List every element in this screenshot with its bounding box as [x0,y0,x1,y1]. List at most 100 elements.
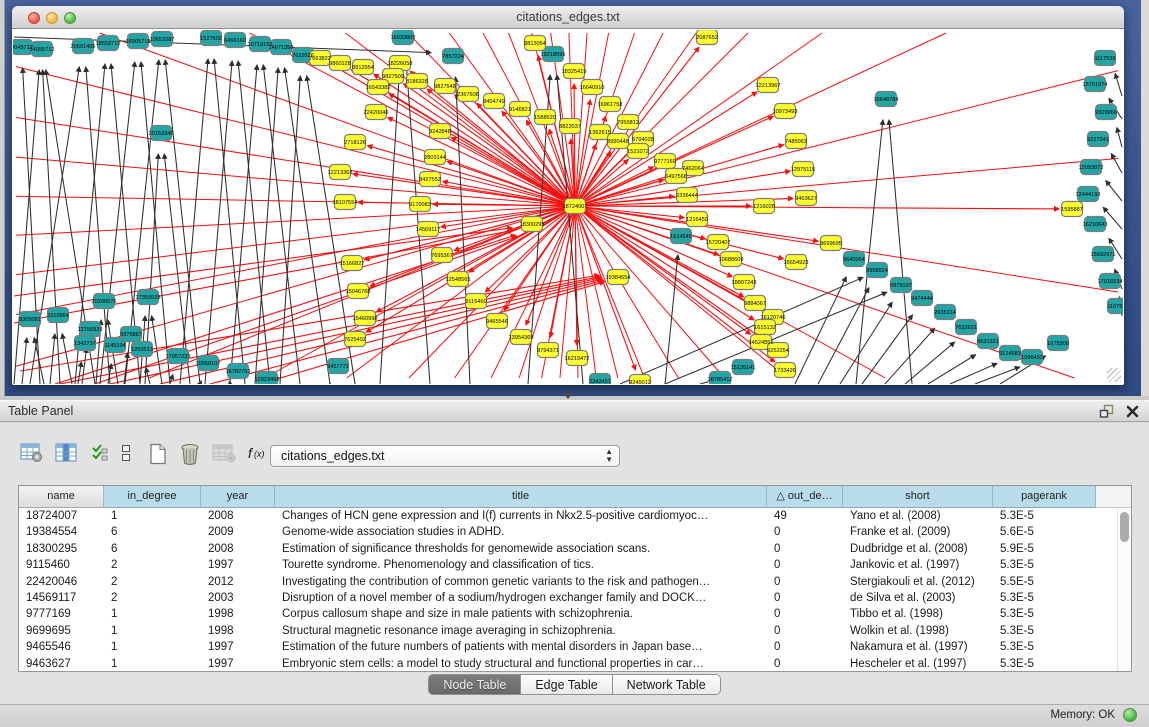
cell-title[interactable]: Corpus callosum shape and size in male p… [275,606,767,622]
cell-title[interactable]: Genome-wide association studies in ADHD. [275,524,767,540]
cell-name[interactable]: 18724007 [19,508,104,524]
table-mode-icon[interactable] [20,443,43,468]
close-panel-icon[interactable] [1126,405,1139,418]
table-scrollbar[interactable] [1117,509,1130,671]
delete-table-icon[interactable] [212,443,236,468]
column-header-out_de[interactable]: △ out_de… [767,486,843,508]
table-row[interactable]: 977716911998Corpus callosum shape and si… [19,606,1131,622]
cell-pagerank[interactable]: 5.3E-5 [993,557,1096,573]
cell-name[interactable]: 9777169 [19,606,104,622]
cell-pagerank[interactable]: 5.3E-5 [993,508,1096,524]
table-row[interactable]: 911546021997Tourette syndrome. Phenomeno… [19,557,1131,573]
float-panel-icon[interactable] [1099,404,1114,418]
cell-out_de[interactable]: 0 [767,541,843,557]
cell-year[interactable]: 2008 [201,508,275,524]
cell-out_de[interactable]: 0 [767,623,843,639]
cell-name[interactable]: 9699695 [19,623,104,639]
cell-name[interactable]: 9115460 [19,557,104,573]
cell-title[interactable]: Structural magnetic resonance image aver… [275,623,767,639]
cell-title[interactable]: Embryonic stem cells: a model to study s… [275,656,767,672]
cell-year[interactable]: 1997 [201,656,275,672]
table-selector-dropdown[interactable]: citations_edges.txt ▲▼ [270,445,620,467]
column-select-icon[interactable] [90,443,110,468]
table-row[interactable]: 1830029562008Estimation of significance … [19,541,1131,557]
cell-short[interactable]: Dudbridge et al. (2008) [843,541,993,557]
cell-in_degree[interactable]: 1 [104,639,201,655]
cell-name[interactable]: 9465546 [19,639,104,655]
cell-title[interactable]: Tourette syndrome. Phenomenology and cla… [275,557,767,573]
row-height-icon[interactable] [120,443,132,468]
network-window-titlebar[interactable]: citations_edges.txt [12,6,1124,29]
cell-name[interactable]: 22420046 [19,574,104,590]
cell-name[interactable]: 19384554 [19,524,104,540]
cell-year[interactable]: 2008 [201,541,275,557]
cell-year[interactable]: 2012 [201,574,275,590]
tab-network-table[interactable]: Network Table [613,674,721,695]
citation-network-graph[interactable]: 9045712140557122069140618653719169057181… [13,30,1123,384]
cell-in_degree[interactable]: 1 [104,623,201,639]
cell-in_degree[interactable]: 1 [104,606,201,622]
splitter-collapse-icon[interactable] [563,393,573,399]
network-window[interactable]: citations_edges.txt 90457121405571220691… [12,6,1124,385]
cell-pagerank[interactable]: 5.3E-5 [993,656,1096,672]
cell-year[interactable]: 1997 [201,557,275,573]
cell-out_de[interactable]: 49 [767,508,843,524]
table-row[interactable]: 2242004622012Investigating the contribut… [19,574,1131,590]
cell-short[interactable]: Hescheler et al. (1997) [843,656,993,672]
cell-year[interactable]: 1998 [201,606,275,622]
table-row[interactable]: 1938455462009Genome-wide association stu… [19,524,1131,540]
cell-year[interactable]: 2009 [201,524,275,540]
cell-name[interactable]: 14569117 [19,590,104,606]
cell-short[interactable]: de Silva et al. (2003) [843,590,993,606]
delete-column-icon[interactable] [179,443,201,470]
tab-node-table[interactable]: Node Table [428,674,521,695]
table-row[interactable]: 946362711997Embryonic stem cells: a mode… [19,656,1131,672]
cell-out_de[interactable]: 0 [767,574,843,590]
column-header-pagerank[interactable]: pagerank [993,486,1096,508]
cell-short[interactable]: Nakamura et al. (1997) [843,639,993,655]
cell-short[interactable]: Wolkin et al. (1998) [843,623,993,639]
cell-pagerank[interactable]: 5.3E-5 [993,623,1096,639]
function-builder-icon[interactable]: f(x) [246,443,270,468]
cell-title[interactable]: Changes of HCN gene expression and I(f) … [275,508,767,524]
table-row[interactable]: 1872400712008Changes of HCN gene express… [19,508,1131,524]
cell-year[interactable]: 2003 [201,590,275,606]
cell-pagerank[interactable]: 5.5E-5 [993,574,1096,590]
cell-out_de[interactable]: 0 [767,590,843,606]
cell-short[interactable]: Franke et al. (2009) [843,524,993,540]
cell-pagerank[interactable]: 5.3E-5 [993,590,1096,606]
cell-pagerank[interactable]: 5.3E-5 [993,606,1096,622]
cell-out_de[interactable]: 0 [767,524,843,540]
tab-edge-table[interactable]: Edge Table [521,674,612,695]
cell-out_de[interactable]: 0 [767,639,843,655]
cell-year[interactable]: 1998 [201,623,275,639]
column-header-year[interactable]: year [201,486,275,508]
table-row[interactable]: 1456911722003Disruption of a novel membe… [19,590,1131,606]
cell-in_degree[interactable]: 6 [104,524,201,540]
new-column-icon[interactable] [148,443,168,470]
cell-title[interactable]: Estimation of significance thresholds fo… [275,541,767,557]
cell-name[interactable]: 18300295 [19,541,104,557]
cell-year[interactable]: 1997 [201,639,275,655]
cell-short[interactable]: Stergiakouli et al. (2012) [843,574,993,590]
cell-short[interactable]: Jankovic et al. (1997) [843,557,993,573]
cell-in_degree[interactable]: 1 [104,508,201,524]
cell-name[interactable]: 9463627 [19,656,104,672]
cell-pagerank[interactable]: 5.6E-5 [993,524,1096,540]
cell-out_de[interactable]: 0 [767,557,843,573]
column-header-in_degree[interactable]: in_degree [104,486,201,508]
memory-ok-icon[interactable] [1123,708,1137,722]
cell-in_degree[interactable]: 1 [104,656,201,672]
scrollbar-thumb[interactable] [1120,512,1129,542]
network-canvas[interactable]: 9045712140557122069140618653719169057181… [13,30,1123,384]
cell-pagerank[interactable]: 5.3E-5 [993,639,1096,655]
column-visibility-icon[interactable] [55,443,78,468]
cell-pagerank[interactable]: 5.9E-5 [993,541,1096,557]
cell-title[interactable]: Investigating the contribution of common… [275,574,767,590]
cell-in_degree[interactable]: 6 [104,541,201,557]
cell-out_de[interactable]: 0 [767,606,843,622]
cell-in_degree[interactable]: 2 [104,574,201,590]
cell-title[interactable]: Estimation of the future numbers of pati… [275,639,767,655]
column-header-name[interactable]: name [19,486,104,508]
cell-short[interactable]: Yano et al. (2008) [843,508,993,524]
